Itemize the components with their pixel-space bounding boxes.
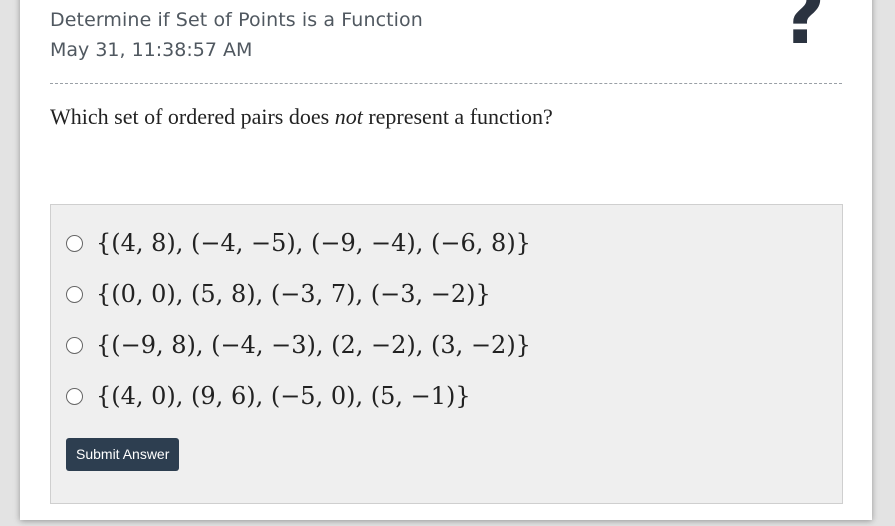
choice-label: {(4, 0), (9, 6), (−5, 0), (5, −1)}: [96, 382, 471, 410]
radio-button[interactable]: [66, 387, 83, 405]
choice-label: {(−9, 8), (−4, −3), (2, −2), (3, −2)}: [96, 331, 531, 359]
answer-options-panel: {(4, 8), (−4, −5), (−9, −4), (−6, 8)} {(…: [50, 204, 843, 504]
radio-button[interactable]: [66, 336, 83, 354]
question-prefix: Which set of ordered pairs does: [50, 104, 335, 129]
answer-choice-4[interactable]: {(4, 0), (9, 6), (−5, 0), (5, −1)}: [66, 378, 471, 414]
assignment-title: Determine if Set of Points is a Function: [50, 9, 423, 31]
radio-button[interactable]: [66, 285, 83, 303]
question-emphasis: not: [334, 104, 363, 129]
choice-label: {(4, 8), (−4, −5), (−9, −4), (−6, 8)}: [96, 229, 531, 257]
answer-choice-1[interactable]: {(4, 8), (−4, −5), (−9, −4), (−6, 8)}: [66, 225, 531, 261]
answer-choice-2[interactable]: {(0, 0), (5, 8), (−3, 7), (−3, −2)}: [66, 276, 491, 312]
timestamp: May 31, 11:38:57 AM: [50, 39, 253, 61]
radio-button[interactable]: [66, 234, 83, 252]
question-mark-icon[interactable]: ?: [780, 0, 825, 56]
choice-label: {(0, 0), (5, 8), (−3, 7), (−3, −2)}: [96, 280, 491, 308]
question-suffix: represent a function?: [362, 104, 553, 129]
submit-answer-button[interactable]: Submit Answer: [66, 438, 180, 471]
answer-choice-3[interactable]: {(−9, 8), (−4, −3), (2, −2), (3, −2)}: [66, 327, 531, 363]
question-text: Which set of ordered pairs does not repr…: [50, 104, 553, 130]
divider: [50, 83, 842, 84]
question-card: Determine if Set of Points is a Function…: [20, 0, 872, 520]
